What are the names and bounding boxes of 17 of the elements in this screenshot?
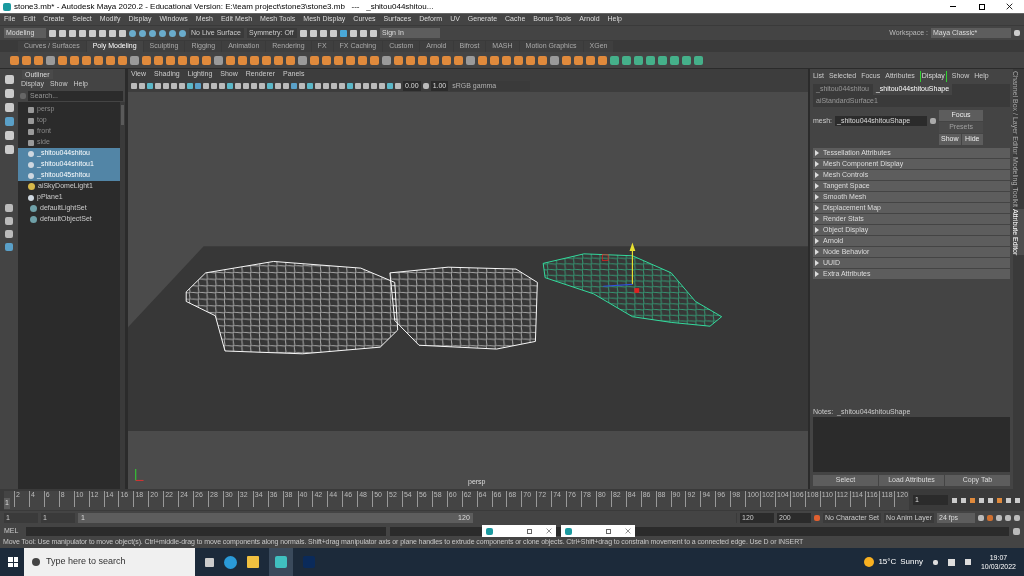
maximize-icon[interactable]	[606, 528, 611, 534]
restore-icon[interactable]	[979, 3, 985, 10]
maximize-icon[interactable]	[527, 528, 532, 534]
command-field[interactable]	[26, 526, 386, 536]
window-title: stone3.mb* - Autodesk Maya 2020.2 - Educational Version: E:\team project\stone3\stone3.mb --- _shitou044shitou...	[14, 0, 434, 13]
close-icon[interactable]	[1006, 3, 1013, 10]
window-thumbnail[interactable]	[482, 525, 556, 537]
scrollbar[interactable]	[120, 102, 125, 489]
window-thumbnail[interactable]	[561, 525, 635, 537]
move-manipulator-icon[interactable]	[601, 242, 640, 293]
taskbar-search-field[interactable]: Type here to search	[24, 548, 195, 576]
weather-label[interactable]: Sunny	[900, 556, 923, 568]
axis-indicator-icon	[135, 468, 144, 481]
taskbar-app-button[interactable]	[269, 548, 293, 576]
notes-field[interactable]	[813, 417, 1010, 472]
temperature[interactable]: 15°C	[878, 556, 897, 568]
start-icon[interactable]	[8, 557, 18, 567]
